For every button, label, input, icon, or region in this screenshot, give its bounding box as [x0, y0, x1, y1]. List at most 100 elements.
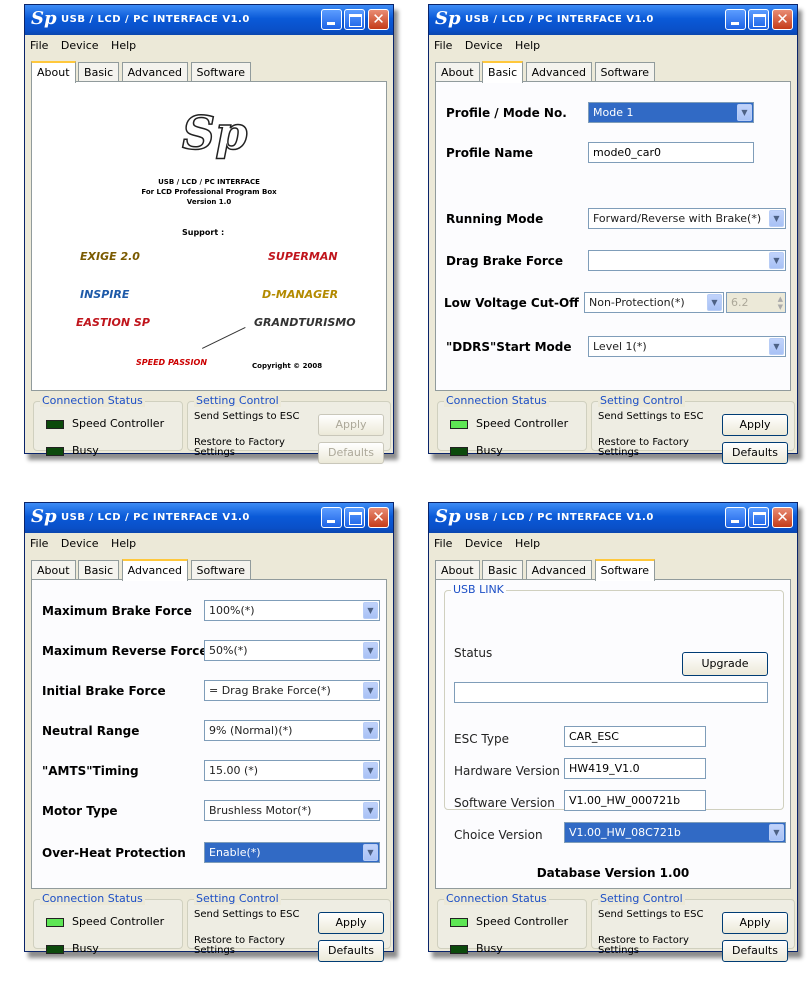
- minimize-icon[interactable]: [725, 507, 746, 528]
- dropdown-arrow-icon[interactable]: ▼: [363, 642, 378, 659]
- dropdown-arrow-icon[interactable]: ▼: [363, 682, 378, 699]
- tab-basic[interactable]: Basic: [78, 62, 120, 82]
- group-title: Connection Status: [40, 394, 145, 407]
- maximize-icon[interactable]: [344, 507, 365, 528]
- title-bar[interactable]: Sp USB / LCD / PC INTERFACE V1.0 ✕: [25, 5, 393, 35]
- advanced-panel: Maximum Brake Force 100%(*) ▼ Maximum Re…: [31, 579, 387, 889]
- send-settings-text: Send Settings to ESC: [194, 411, 300, 422]
- tab-about[interactable]: About: [435, 560, 480, 580]
- menu-device[interactable]: Device: [460, 37, 507, 52]
- minimize-icon[interactable]: [321, 507, 342, 528]
- title-bar[interactable]: Sp USB / LCD / PC INTERFACE V1.0 ✕: [429, 503, 797, 533]
- dropdown-arrow-icon[interactable]: ▼: [707, 294, 722, 311]
- apply-button[interactable]: Apply: [318, 912, 384, 934]
- speed-controller-led: [46, 420, 64, 429]
- dropdown-arrow-icon[interactable]: ▼: [769, 210, 784, 227]
- esc-type-field[interactable]: CAR_ESC: [564, 726, 706, 747]
- title-bar[interactable]: Sp USB / LCD / PC INTERFACE V1.0 ✕: [25, 503, 393, 533]
- over-heat-select[interactable]: Enable(*) ▼: [204, 842, 380, 863]
- maximize-icon[interactable]: [748, 507, 769, 528]
- title-bar[interactable]: Sp USB / LCD / PC INTERFACE V1.0 ✕: [429, 5, 797, 35]
- low-voltage-number[interactable]: 6.2 ▲ ▼: [726, 292, 786, 313]
- profile-mode-select[interactable]: Mode 1 ▼: [588, 102, 754, 123]
- menu-help[interactable]: Help: [510, 535, 544, 550]
- initial-brake-label: Initial Brake Force: [42, 684, 166, 698]
- tab-basic[interactable]: Basic: [482, 560, 524, 580]
- brand-logo-superman: SUPERMAN: [268, 250, 338, 263]
- max-reverse-select[interactable]: 50%(*) ▼: [204, 640, 380, 661]
- close-icon[interactable]: ✕: [772, 9, 793, 30]
- software-version-field[interactable]: V1.00_HW_000721b: [564, 790, 706, 811]
- neutral-range-select[interactable]: 9% (Normal)(*) ▼: [204, 720, 380, 741]
- defaults-button[interactable]: Defaults: [318, 940, 384, 962]
- menu-help[interactable]: Help: [106, 37, 140, 52]
- dropdown-arrow-icon[interactable]: ▼: [363, 802, 378, 819]
- dropdown-arrow-icon[interactable]: ▼: [363, 762, 378, 779]
- apply-button[interactable]: Apply: [318, 414, 384, 436]
- tab-basic[interactable]: Basic: [482, 61, 524, 83]
- minimize-icon[interactable]: [725, 9, 746, 30]
- tab-about[interactable]: About: [435, 62, 480, 82]
- dropdown-arrow-icon[interactable]: ▼: [769, 252, 784, 269]
- dropdown-arrow-icon[interactable]: ▼: [769, 338, 784, 355]
- over-heat-value: Enable(*): [209, 846, 261, 859]
- profile-mode-label: Profile / Mode No.: [446, 106, 567, 120]
- tab-about[interactable]: About: [31, 61, 76, 83]
- amts-timing-value: 15.00 (*): [209, 764, 259, 777]
- tab-advanced[interactable]: Advanced: [121, 559, 188, 581]
- running-mode-select[interactable]: Forward/Reverse with Brake(*) ▼: [588, 208, 786, 229]
- menu-file[interactable]: File: [429, 535, 456, 550]
- over-heat-label: Over-Heat Protection: [42, 846, 186, 860]
- spin-icon[interactable]: ▲ ▼: [778, 295, 783, 311]
- tab-advanced[interactable]: Advanced: [525, 560, 592, 580]
- drag-brake-select[interactable]: ▼: [588, 250, 786, 271]
- menu-help[interactable]: Help: [106, 535, 140, 550]
- menu-file[interactable]: File: [25, 37, 52, 52]
- close-icon[interactable]: ✕: [368, 9, 389, 30]
- dropdown-arrow-icon[interactable]: ▼: [363, 602, 378, 619]
- max-brake-select[interactable]: 100%(*) ▼: [204, 600, 380, 621]
- tab-basic[interactable]: Basic: [78, 560, 120, 580]
- tab-advanced[interactable]: Advanced: [525, 62, 592, 82]
- menu-device[interactable]: Device: [56, 37, 103, 52]
- menu-device[interactable]: Device: [56, 535, 103, 550]
- apply-button[interactable]: Apply: [722, 912, 788, 934]
- menu-file[interactable]: File: [429, 37, 456, 52]
- menu-help[interactable]: Help: [510, 37, 544, 52]
- profile-name-input[interactable]: mode0_car0: [588, 142, 754, 163]
- menu-file[interactable]: File: [25, 535, 52, 550]
- upgrade-button[interactable]: Upgrade: [682, 652, 768, 676]
- minimize-icon[interactable]: [321, 9, 342, 30]
- choice-version-select[interactable]: V1.00_HW_08C721b ▼: [564, 822, 786, 843]
- dropdown-arrow-icon[interactable]: ▼: [363, 722, 378, 739]
- low-voltage-number-value: 6.2: [731, 296, 749, 309]
- initial-brake-select[interactable]: = Drag Brake Force(*) ▼: [204, 680, 380, 701]
- dropdown-arrow-icon[interactable]: ▼: [737, 104, 752, 121]
- amts-timing-select[interactable]: 15.00 (*) ▼: [204, 760, 380, 781]
- tab-advanced[interactable]: Advanced: [121, 62, 188, 82]
- menu-device[interactable]: Device: [460, 535, 507, 550]
- low-voltage-select[interactable]: Non-Protection(*) ▼: [584, 292, 724, 313]
- tab-software[interactable]: Software: [190, 560, 251, 580]
- tab-about[interactable]: About: [31, 560, 76, 580]
- motor-type-select[interactable]: Brushless Motor(*) ▼: [204, 800, 380, 821]
- defaults-button[interactable]: Defaults: [722, 940, 788, 962]
- maximize-icon[interactable]: [344, 9, 365, 30]
- ddrs-start-select[interactable]: Level 1(*) ▼: [588, 336, 786, 357]
- hardware-version-field[interactable]: HW419_V1.0: [564, 758, 706, 779]
- close-icon[interactable]: ✕: [368, 507, 389, 528]
- maximize-icon[interactable]: [748, 9, 769, 30]
- status-field[interactable]: [454, 682, 768, 703]
- group-title: USB LINK: [451, 583, 506, 596]
- tab-software[interactable]: Software: [190, 62, 251, 82]
- tab-software[interactable]: Software: [594, 559, 655, 581]
- tab-software[interactable]: Software: [594, 62, 655, 82]
- dropdown-arrow-icon[interactable]: ▼: [363, 844, 378, 861]
- close-icon[interactable]: ✕: [772, 507, 793, 528]
- dropdown-arrow-icon[interactable]: ▼: [769, 824, 784, 841]
- profile-mode-value: Mode 1: [593, 106, 634, 119]
- defaults-button[interactable]: Defaults: [722, 442, 788, 464]
- setting-control-group: Setting Control Send Settings to ESC Res…: [591, 394, 795, 464]
- apply-button[interactable]: Apply: [722, 414, 788, 436]
- defaults-button[interactable]: Defaults: [318, 442, 384, 464]
